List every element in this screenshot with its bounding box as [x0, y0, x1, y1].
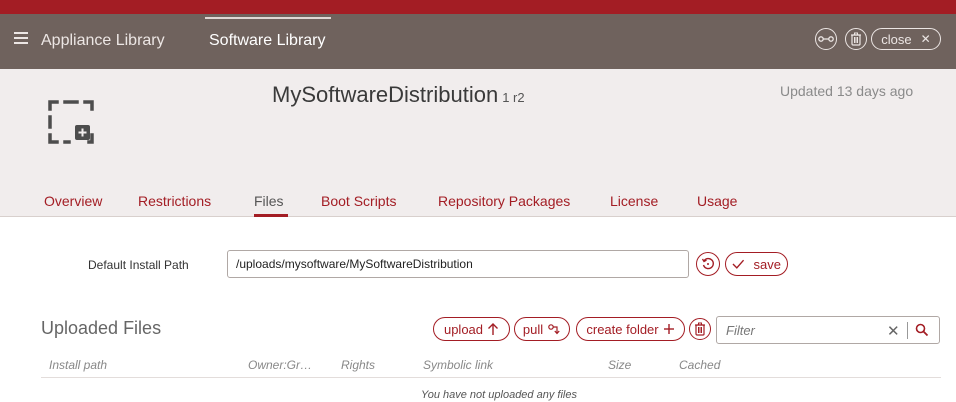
tab-license[interactable]: License: [610, 193, 658, 209]
close-button[interactable]: close ✕: [871, 28, 941, 50]
tab-files[interactable]: Files: [254, 193, 284, 209]
create-folder-button[interactable]: create folder: [576, 317, 685, 341]
save-button[interactable]: save: [725, 252, 788, 276]
top-accent-bar: [0, 0, 956, 14]
updated-timestamp: Updated 13 days ago: [780, 83, 914, 99]
tab-boot-scripts[interactable]: Boot Scripts: [321, 193, 396, 209]
tab-restrictions[interactable]: Restrictions: [138, 193, 211, 209]
empty-files-message: You have not uploaded any files: [421, 389, 577, 401]
tab-overview[interactable]: Overview: [44, 193, 102, 209]
nav-tab-software-library[interactable]: Software Library: [209, 32, 326, 50]
column-rights[interactable]: Rights: [341, 358, 375, 372]
clear-icon[interactable]: ✕: [887, 322, 900, 340]
upload-button[interactable]: upload: [433, 317, 510, 341]
trash-icon: [695, 322, 705, 336]
hamburger-menu-icon[interactable]: [14, 32, 28, 44]
filter-box: ✕: [716, 316, 940, 344]
tab-repository-packages[interactable]: Repository Packages: [438, 193, 570, 209]
plus-icon: [663, 324, 674, 334]
software-version: 1 r2: [502, 90, 525, 105]
software-name: MySoftwareDistribution: [272, 82, 499, 107]
pull-button[interactable]: pull: [514, 317, 570, 341]
upload-label: upload: [443, 321, 484, 337]
install-path-label: Default Install Path: [88, 258, 189, 272]
save-label: save: [753, 256, 781, 272]
column-install-path[interactable]: Install path: [49, 358, 107, 372]
table-divider: [41, 377, 941, 378]
arrow-up-icon: [488, 323, 499, 335]
search-icon[interactable]: [915, 323, 929, 337]
close-label: close: [881, 31, 912, 47]
pull-icon: [548, 324, 560, 335]
uploaded-files-heading: Uploaded Files: [41, 318, 162, 338]
column-cached[interactable]: Cached: [679, 358, 720, 372]
delete-files-button[interactable]: [689, 318, 711, 340]
nav-active-indicator: [205, 17, 331, 19]
software-header: MySoftwareDistribution 1 r2 Updated 13 da…: [0, 69, 956, 217]
close-icon: ✕: [920, 32, 931, 46]
column-size[interactable]: Size: [608, 358, 631, 372]
link-icon: [818, 36, 834, 42]
nav-tab-appliance-library[interactable]: Appliance Library: [41, 32, 165, 50]
tab-usage[interactable]: Usage: [697, 193, 737, 209]
install-path-input[interactable]: /uploads/mysoftware/MySoftwareDistributi…: [227, 250, 689, 278]
reset-icon: [701, 257, 714, 270]
check-icon: [732, 259, 745, 269]
filter-input[interactable]: [718, 318, 878, 342]
create-folder-label: create folder: [586, 321, 659, 337]
reset-path-button[interactable]: [696, 252, 720, 276]
pull-label: pull: [522, 321, 544, 337]
column-owner-group[interactable]: Owner:Gr…: [248, 358, 312, 372]
filter-divider: [907, 322, 908, 339]
top-navbar: Appliance Library Software Library close…: [0, 14, 956, 69]
delete-button[interactable]: [845, 28, 867, 50]
trash-icon: [851, 32, 861, 46]
tab-active-indicator: [254, 214, 288, 217]
column-symbolic-link[interactable]: Symbolic link: [423, 358, 493, 372]
placeholder-add-icon: [48, 100, 94, 144]
share-button[interactable]: [815, 28, 837, 50]
software-title: MySoftwareDistribution 1 r2: [272, 82, 525, 108]
